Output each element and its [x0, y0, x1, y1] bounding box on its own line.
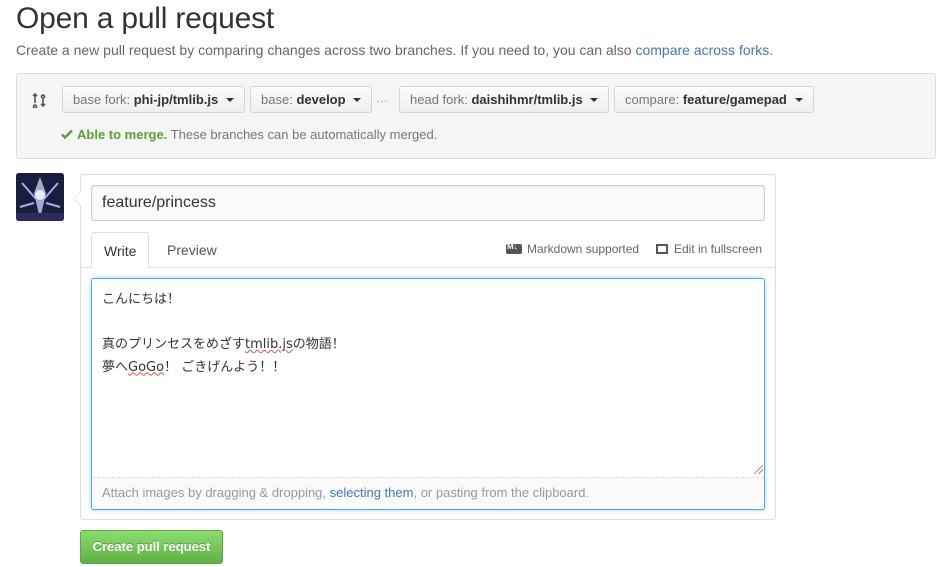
caret-down-icon: [794, 97, 803, 102]
markdown-supported-link[interactable]: Markdown supported: [506, 242, 639, 256]
page-description: Create a new pull request by comparing c…: [16, 42, 773, 58]
tab-preview[interactable]: Preview: [155, 232, 229, 269]
body-line-4-b: GoGo: [128, 359, 165, 375]
head-fork-value: daishihmr/tmlib.js: [471, 92, 583, 107]
base-fork-select[interactable]: base fork: phi-jp/tmlib.js: [62, 86, 245, 113]
range-dots: …: [376, 91, 388, 105]
body-line-4-a: 夢へ: [102, 359, 129, 375]
description-end: .: [769, 42, 774, 58]
compare-value: feature/gamepad: [682, 92, 787, 107]
selecting-them-link[interactable]: selecting them: [330, 485, 414, 500]
markdown-supported-label: Markdown supported: [527, 242, 640, 256]
pr-body-textarea[interactable]: こんにちは！​真のプリンセスをめざすtmlib.jsの物語！夢へGoGo！ ごき…: [91, 278, 765, 510]
create-pull-request-button[interactable]: Create pull request: [80, 530, 223, 564]
body-line-1: こんにちは！: [102, 292, 181, 307]
fullscreen-icon: [656, 244, 668, 254]
merge-ok-text: Able to merge.: [77, 127, 168, 142]
caret-down-icon: [353, 97, 362, 102]
compare-label: compare:: [625, 92, 680, 107]
git-compare-icon: [31, 92, 47, 109]
avatar[interactable]: [16, 173, 64, 221]
attach-pre-text: Attach images by dragging & dropping,: [102, 485, 330, 500]
description-text: Create a new pull request by comparing c…: [16, 42, 636, 58]
head-fork-select[interactable]: head fork: daishihmr/tmlib.js: [399, 86, 610, 113]
base-value: develop: [296, 92, 346, 107]
attach-images-bar[interactable]: Attach images by dragging & dropping, se…: [92, 477, 764, 509]
pull-request-form: Write Preview Markdown supported Edit in…: [73, 174, 776, 520]
compare-across-forks-link[interactable]: compare across forks: [635, 42, 769, 58]
attach-post-text: , or pasting from the clipboard.: [413, 485, 590, 500]
body-line-3: 真のプリンセスをめざすtmlib.jsの物語！: [102, 334, 752, 357]
check-icon: [61, 128, 73, 140]
pr-title-input[interactable]: [91, 185, 765, 221]
body-line-4: 夢へGoGo！ ごきげんよう！！: [102, 357, 752, 380]
base-fork-value: phi-jp/tmlib.js: [133, 92, 219, 107]
markdown-icon: [506, 242, 522, 254]
base-branch-select[interactable]: base: develop: [250, 86, 373, 113]
edit-fullscreen-link[interactable]: Edit in fullscreen: [656, 242, 762, 256]
edit-fullscreen-label: Edit in fullscreen: [674, 242, 763, 256]
compare-branch-select[interactable]: compare: feature/gamepad: [614, 86, 814, 113]
body-line-3-a: 真のプリンセスをめざす: [102, 337, 246, 352]
merge-detail-text: These branches can be automatically merg…: [170, 127, 438, 142]
body-line-3-c: の物語！: [292, 337, 345, 352]
body-line-4-c: ！ ごきげんよう！！: [164, 359, 286, 375]
pr-body-text[interactable]: こんにちは！​真のプリンセスをめざすtmlib.jsの物語！夢へGoGo！ ごき…: [102, 289, 752, 474]
base-fork-label: base fork:: [73, 92, 131, 107]
caret-down-icon: [590, 97, 599, 102]
body-line-3-b: tmlib.js: [245, 337, 293, 352]
page-title: Open a pull request: [16, 2, 275, 35]
merge-status: Able to merge. These branches can be aut…: [61, 127, 437, 142]
editor-tabs: Write Preview Markdown supported Edit in…: [81, 232, 775, 269]
caret-down-icon: [225, 97, 234, 102]
head-fork-label: head fork:: [410, 92, 468, 107]
resize-handle[interactable]: [754, 465, 763, 474]
tab-write[interactable]: Write: [91, 232, 150, 269]
base-label: base:: [261, 92, 293, 107]
compare-range-box: base fork: phi-jp/tmlib.js base: develop…: [16, 73, 936, 159]
body-line-2: ​: [102, 312, 752, 335]
